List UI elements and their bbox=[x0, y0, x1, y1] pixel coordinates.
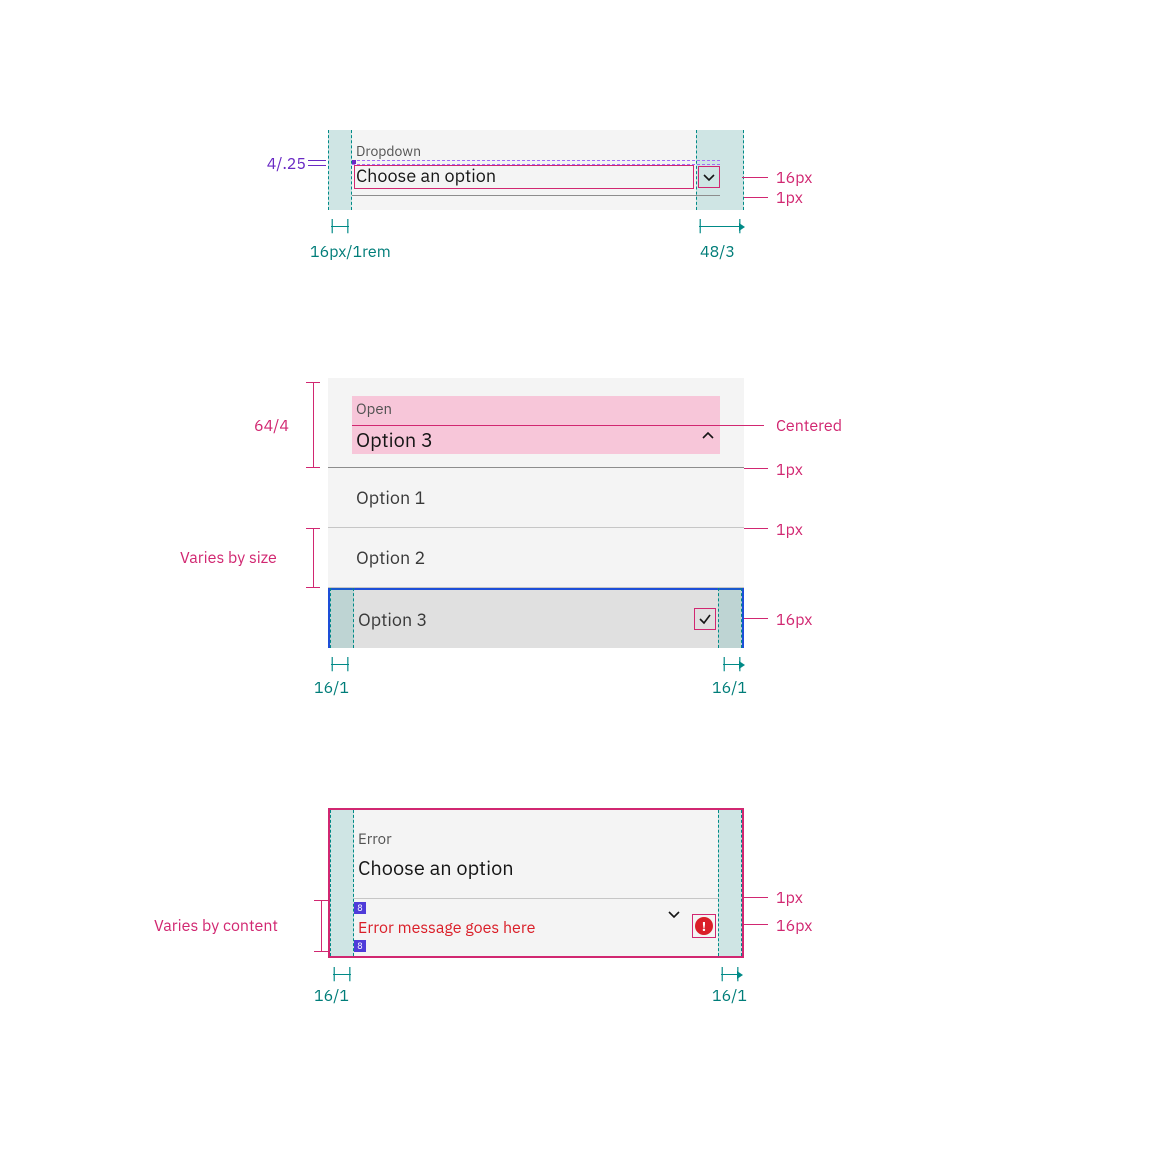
options-list: Option 1 Option 2 Option 3 bbox=[328, 468, 744, 648]
icon-size-measure: 16px bbox=[776, 168, 812, 188]
padding-left-marker bbox=[328, 130, 352, 210]
row-height-measure: Varies by content bbox=[154, 916, 278, 936]
warning-icon: ! bbox=[692, 914, 716, 938]
error-message: Error message goes here bbox=[358, 918, 535, 938]
padding-right-marker bbox=[718, 810, 742, 956]
dropdown-error[interactable]: Error Choose an option 8 Error message g… bbox=[328, 808, 744, 958]
header-height-measure: 64/4 bbox=[254, 416, 289, 436]
chevron-down-icon[interactable] bbox=[698, 166, 720, 188]
row-divider-measure: 1px bbox=[776, 520, 803, 540]
checkmark-icon bbox=[694, 608, 716, 630]
right-padding-measure: 16/1 bbox=[712, 678, 747, 698]
option-label: Option 2 bbox=[356, 546, 425, 569]
dropdown-open[interactable]: Open Option 3 Option 1 Option 2 Option 3 bbox=[328, 378, 744, 648]
spacing-guide-top bbox=[352, 160, 720, 161]
spacing-token-8: 8 bbox=[354, 940, 366, 952]
left-padding-measure: 16/1 bbox=[314, 986, 349, 1006]
left-padding-measure: 16/1 bbox=[314, 678, 349, 698]
dropdown-closed[interactable]: Dropdown Choose an option bbox=[328, 130, 744, 210]
field-label: Open bbox=[356, 400, 392, 419]
spacing-measure: 4/.25 bbox=[226, 154, 306, 174]
padding-left-marker bbox=[330, 588, 354, 648]
field-label: Dropdown bbox=[356, 142, 421, 160]
divider bbox=[354, 898, 718, 899]
right-padding-measure: 48/3 bbox=[700, 242, 735, 262]
option-item-selected[interactable]: Option 3 bbox=[328, 588, 744, 648]
spacing-token-8: 8 bbox=[354, 902, 366, 914]
padding-left-marker bbox=[330, 810, 354, 956]
option-label: Option 3 bbox=[358, 608, 427, 631]
field-label: Error bbox=[358, 830, 392, 849]
right-padding-measure: 16/1 bbox=[712, 986, 747, 1006]
check-size-measure: 16px bbox=[776, 610, 812, 630]
border-measure: 1px bbox=[776, 188, 803, 208]
field-placeholder: Choose an option bbox=[358, 854, 514, 881]
divider-measure: 1px bbox=[776, 460, 803, 480]
centered-label: Centered bbox=[776, 416, 842, 436]
icon-size-measure: 16px bbox=[776, 916, 812, 936]
divider-measure: 1px bbox=[776, 888, 803, 908]
field-underline bbox=[352, 195, 720, 196]
chevron-up-icon[interactable] bbox=[700, 428, 716, 448]
left-padding-measure: 16px/1rem bbox=[310, 242, 391, 262]
option-item[interactable]: Option 2 bbox=[328, 528, 744, 588]
field-value: Option 3 bbox=[356, 426, 433, 453]
field-placeholder: Choose an option bbox=[356, 164, 694, 187]
row-height-measure: Varies by size bbox=[180, 548, 277, 568]
option-item[interactable]: Option 1 bbox=[328, 468, 744, 528]
padding-right-marker bbox=[718, 588, 742, 648]
option-label: Option 1 bbox=[356, 486, 425, 509]
